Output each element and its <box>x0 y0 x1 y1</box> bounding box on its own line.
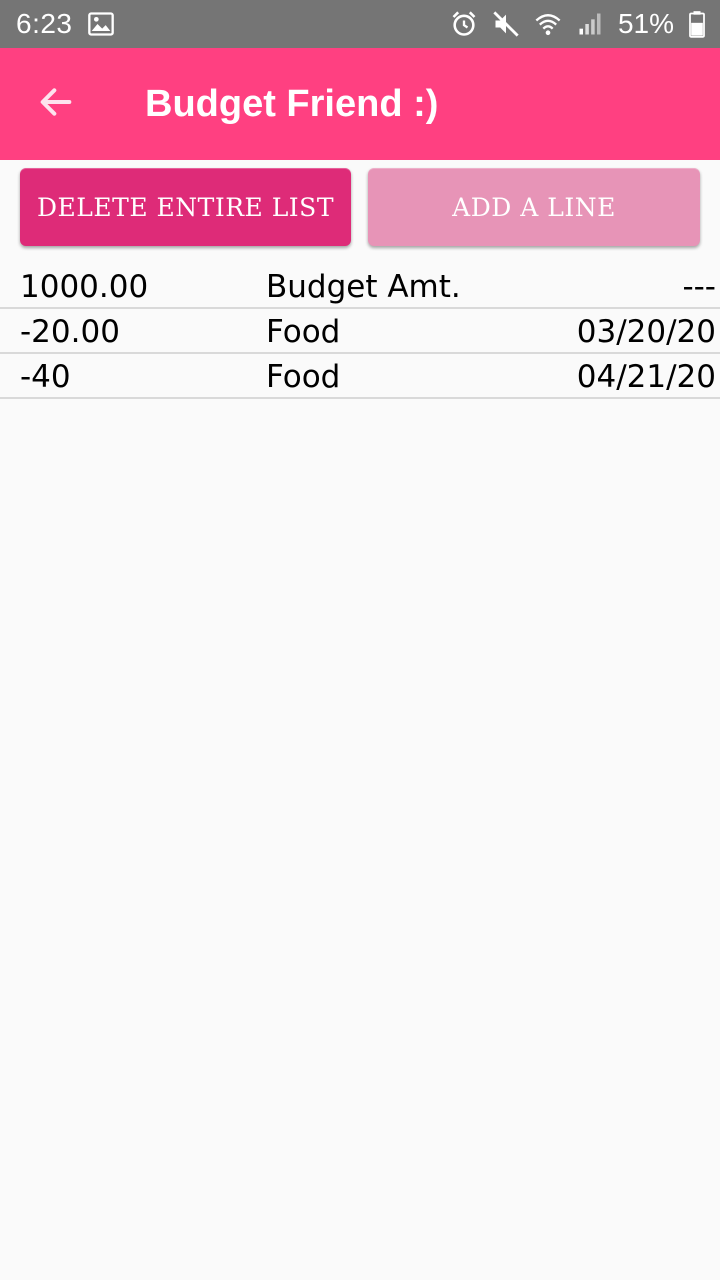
app-bar: Budget Friend :) <box>0 48 720 160</box>
battery-percent: 51% <box>617 8 674 39</box>
row-category: Food <box>266 359 341 395</box>
row-amount: -40 <box>20 359 71 395</box>
battery-icon <box>688 10 706 38</box>
row-category: Budget Amt. <box>266 269 461 305</box>
row-date: 03/20/20 <box>576 314 716 350</box>
arrow-back-icon <box>36 82 76 126</box>
list-item[interactable]: 1000.00 Budget Amt. --- <box>0 264 720 309</box>
signal-icon <box>576 10 604 38</box>
status-time: 6:23 <box>16 8 73 39</box>
row-amount: -20.00 <box>20 314 120 350</box>
alarm-icon <box>450 10 478 38</box>
row-date: --- <box>682 269 716 305</box>
row-amount: 1000.00 <box>20 269 149 305</box>
status-bar: 6:23 51% <box>0 0 720 48</box>
mute-icon <box>492 10 520 38</box>
budget-list: 1000.00 Budget Amt. --- -20.00 Food 03/2… <box>0 264 720 399</box>
row-date: 04/21/20 <box>576 359 716 395</box>
list-item[interactable]: -40 Food 04/21/20 <box>0 354 720 399</box>
add-a-line-button[interactable]: ADD A LINE <box>368 168 700 246</box>
wifi-icon <box>534 10 562 38</box>
screen: 6:23 51% Budget Friend:) DELETE ENTIRE … <box>0 0 720 1280</box>
delete-entire-list-button[interactable]: DELETE ENTIRE LIST <box>20 168 351 246</box>
image-icon <box>87 10 115 38</box>
back-button[interactable] <box>0 48 112 160</box>
row-category: Food <box>266 314 341 350</box>
list-item[interactable]: -20.00 Food 03/20/20 <box>0 309 720 354</box>
page-title: Budget Friend :) <box>145 82 439 125</box>
